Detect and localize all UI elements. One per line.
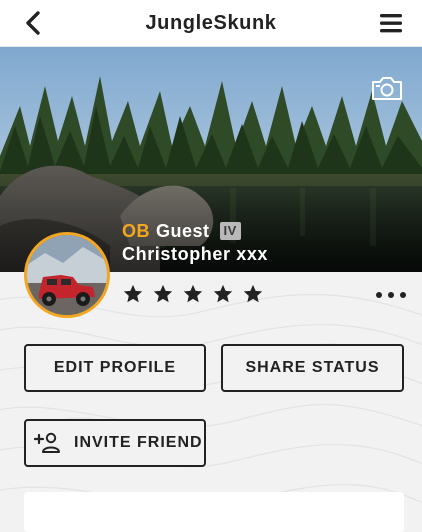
invite-friend-button[interactable]: INVITE FRIEND [24,419,206,467]
edit-profile-button[interactable]: EDIT PROFILE [24,344,206,392]
page-title: JungleSkunk [145,11,277,34]
star-icon [213,284,233,303]
rank-line: OB Guest IV [122,220,268,242]
avatar[interactable] [24,232,110,318]
rating-stars [122,283,264,305]
user-name: Christopher xxx [122,244,269,264]
chevron-left-icon[interactable] [20,9,48,37]
share-status-button[interactable]: SHARE STATUS [221,344,404,392]
star-icon [183,284,203,303]
invite-friend-label: INVITE FRIEND [74,434,203,451]
star-icon [123,284,143,303]
more-horizontal-icon[interactable] [376,286,406,304]
add-person-icon [34,432,60,453]
rank-name: Guest [156,221,210,241]
profile-name-block: OB Guest IV Christopher xxx [122,220,268,265]
star-icon [153,284,173,303]
app-header: JungleSkunk [0,0,422,47]
hamburger-menu-icon[interactable] [378,11,404,35]
content-card [24,492,404,532]
level-badge: IV [219,222,241,240]
rank-prefix: OB [122,221,150,241]
star-icon [243,284,263,303]
camera-icon[interactable] [370,74,404,102]
